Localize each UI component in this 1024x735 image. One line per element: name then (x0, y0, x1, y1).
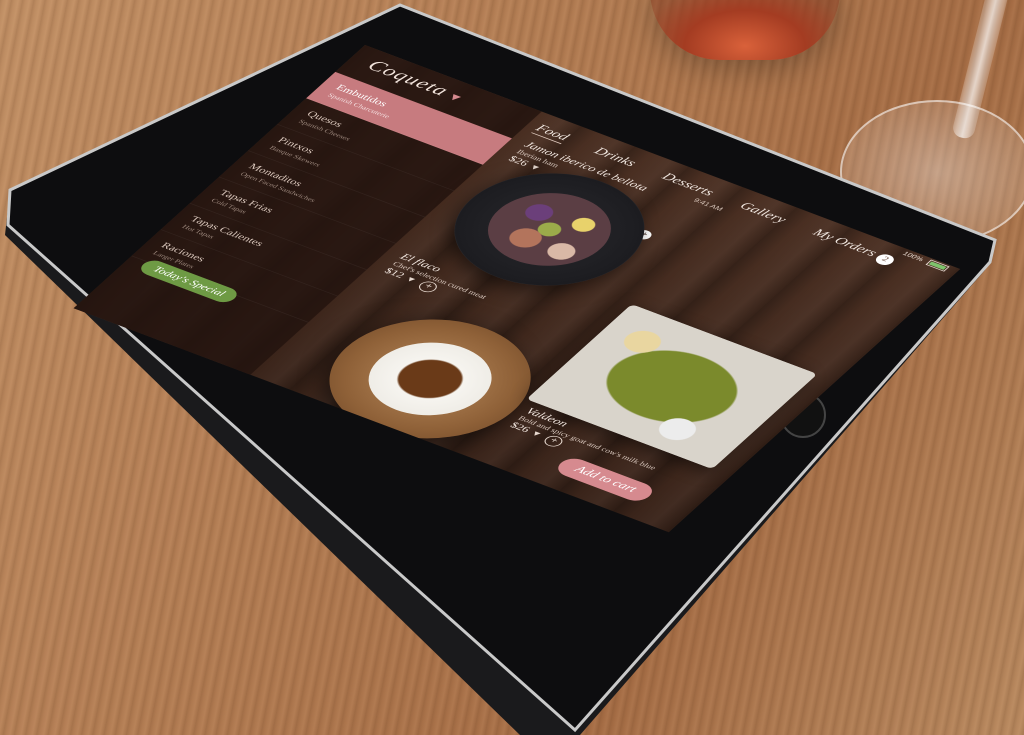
chevron-down-icon[interactable]: ▼ (403, 275, 419, 285)
chevron-down-icon: ▼ (443, 91, 467, 106)
orders-count-badge: 2 (872, 252, 898, 267)
plated-dish-image (344, 328, 516, 429)
food-image (464, 179, 635, 280)
chevron-down-icon[interactable]: ▼ (528, 429, 544, 439)
wine-glass-base (840, 100, 1024, 244)
tab-gallery[interactable]: Gallery (736, 200, 790, 226)
drink-glass (650, 0, 840, 60)
chevron-down-icon[interactable]: ▼ (527, 163, 543, 173)
app-screen: Coqueta▼ Embutidos Spanish Charcuterie Q… (73, 45, 961, 533)
tab-desserts[interactable]: Desserts (658, 171, 717, 199)
